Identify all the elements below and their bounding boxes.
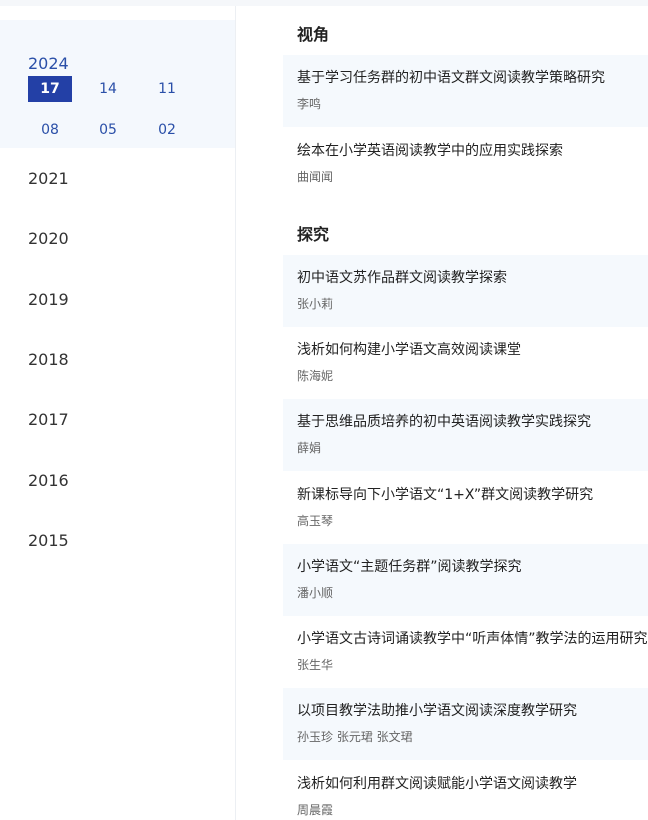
page: 2024 17 14 11 08 05 02 2021 2020 2019 20… <box>0 0 648 820</box>
year-item[interactable]: 2016 <box>28 472 69 490</box>
article-title[interactable]: 初中语文苏作品群文阅读教学探索 <box>297 269 507 287</box>
article-title[interactable]: 浅析如何利用群文阅读赋能小学语文阅读教学 <box>297 775 577 793</box>
year-item[interactable]: 2020 <box>28 230 69 248</box>
article-author: 潘小顺 <box>297 586 334 600</box>
article-author: 薛娟 <box>297 441 322 455</box>
issue-link[interactable]: 11 <box>145 76 189 102</box>
issue-link-active[interactable]: 17 <box>28 76 72 102</box>
article-author: 李鸣 <box>297 97 322 111</box>
article-item[interactable]: 基于思维品质培养的初中英语阅读教学实践探究 薛娟 <box>283 399 648 471</box>
article-item[interactable]: 小学语文古诗词诵读教学中“听声体情”教学法的运用研究 张生华 <box>283 616 648 688</box>
article-title[interactable]: 浅析如何构建小学语文高效阅读课堂 <box>297 341 521 359</box>
article-list: 视角 基于学习任务群的初中语文群文阅读教学策略研究 李鸣 绘本在小学英语阅读教学… <box>283 0 648 820</box>
article-title[interactable]: 以项目教学法助推小学语文阅读深度教学研究 <box>297 702 577 720</box>
article-item[interactable]: 小学语文“主题任务群”阅读教学探究 潘小顺 <box>283 544 648 616</box>
article-item[interactable]: 浅析如何构建小学语文高效阅读课堂 陈海妮 <box>283 327 648 399</box>
article-title[interactable]: 基于思维品质培养的初中英语阅读教学实践探究 <box>297 413 591 431</box>
article-author: 陈海妮 <box>297 369 334 383</box>
year-item[interactable]: 2019 <box>28 291 69 309</box>
article-author: 孙玉珍 张元珺 张文珺 <box>297 730 413 744</box>
year-sidebar: 2024 17 14 11 08 05 02 2021 2020 2019 20… <box>0 6 236 820</box>
year-item-current[interactable]: 2024 <box>28 55 69 73</box>
issue-link[interactable]: 08 <box>28 117 72 143</box>
article-item[interactable]: 新课标导向下小学语文“1+X”群文阅读教学研究 高玉琴 <box>283 472 648 544</box>
article-item[interactable]: 以项目教学法助推小学语文阅读深度教学研究 孙玉珍 张元珺 张文珺 <box>283 688 648 760</box>
article-title[interactable]: 小学语文“主题任务群”阅读教学探究 <box>297 558 522 576</box>
article-author: 曲闻闻 <box>297 170 334 184</box>
article-title[interactable]: 基于学习任务群的初中语文群文阅读教学策略研究 <box>297 69 605 87</box>
article-author: 周晨霞 <box>297 803 334 817</box>
issue-link[interactable]: 02 <box>145 117 189 143</box>
section-title: 探究 <box>297 225 330 244</box>
article-title[interactable]: 小学语文古诗词诵读教学中“听声体情”教学法的运用研究 <box>297 630 648 648</box>
section-title: 视角 <box>297 25 330 44</box>
current-year-panel: 2024 17 14 11 08 05 02 <box>0 20 235 148</box>
year-item[interactable]: 2021 <box>28 170 69 188</box>
article-item[interactable]: 绘本在小学英语阅读教学中的应用实践探索 曲闻闻 <box>283 128 648 200</box>
article-title[interactable]: 新课标导向下小学语文“1+X”群文阅读教学研究 <box>297 486 593 504</box>
article-author: 高玉琴 <box>297 514 334 528</box>
year-item[interactable]: 2015 <box>28 532 69 550</box>
article-item[interactable]: 浅析如何利用群文阅读赋能小学语文阅读教学 周晨霞 <box>283 761 648 820</box>
year-item[interactable]: 2017 <box>28 411 69 429</box>
issue-link[interactable]: 14 <box>86 76 130 102</box>
article-author: 张小莉 <box>297 297 334 311</box>
article-item[interactable]: 初中语文苏作品群文阅读教学探索 张小莉 <box>283 255 648 327</box>
issue-link[interactable]: 05 <box>86 117 130 143</box>
article-title[interactable]: 绘本在小学英语阅读教学中的应用实践探索 <box>297 142 563 160</box>
article-item[interactable]: 基于学习任务群的初中语文群文阅读教学策略研究 李鸣 <box>283 55 648 127</box>
year-item[interactable]: 2018 <box>28 351 69 369</box>
article-author: 张生华 <box>297 658 334 672</box>
